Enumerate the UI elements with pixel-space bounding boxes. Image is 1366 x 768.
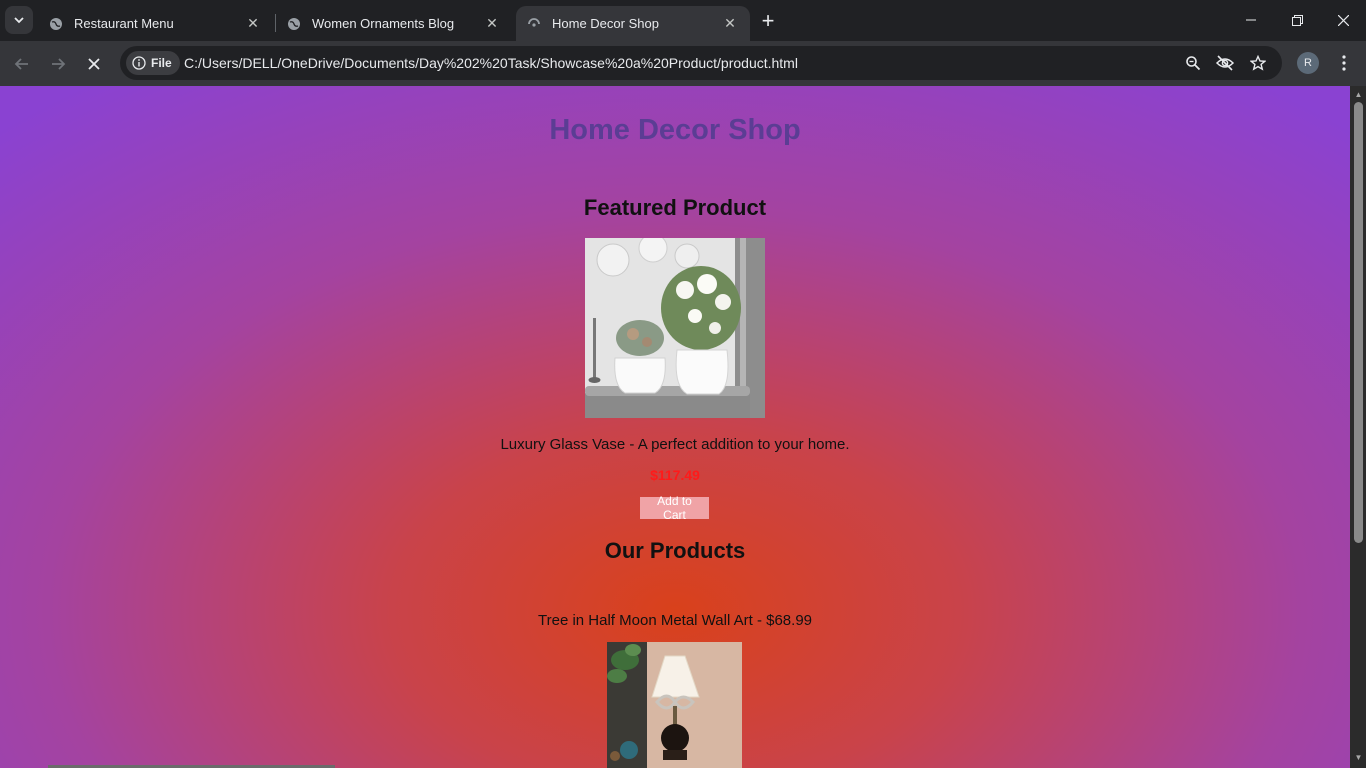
info-icon: [132, 56, 146, 70]
zoom-icon[interactable]: [1183, 53, 1203, 73]
tab-title: Home Decor Shop: [552, 16, 659, 31]
close-icon[interactable]: ✕: [720, 14, 740, 34]
featured-heading: Featured Product: [583, 195, 767, 220]
forward-button[interactable]: [44, 50, 72, 78]
arrow-right-icon: [52, 58, 66, 70]
product-image-lamp: [607, 642, 742, 768]
products-heading: Our Products: [604, 538, 746, 563]
star-icon[interactable]: [1248, 53, 1268, 73]
tab-home-decor-shop[interactable]: Home Decor Shop ✕: [516, 6, 750, 41]
arrow-left-icon: [14, 58, 28, 70]
url-text[interactable]: C:/Users/DELL/OneDrive/Documents/Day%202…: [184, 55, 798, 71]
restore-button[interactable]: [1274, 0, 1320, 40]
close-icon[interactable]: ✕: [482, 14, 502, 34]
stop-loading-button[interactable]: [80, 50, 108, 78]
globe-icon: [286, 16, 302, 32]
restore-icon: [1291, 14, 1303, 26]
minimize-icon: [1246, 19, 1256, 21]
scroll-up-icon[interactable]: ▲: [1354, 89, 1363, 99]
scrollbar-thumb[interactable]: [1354, 102, 1363, 543]
new-tab-button[interactable]: +: [756, 8, 780, 33]
scroll-down-icon[interactable]: ▼: [1354, 752, 1363, 762]
featured-product-image: [585, 238, 765, 418]
tab-women-ornaments-blog[interactable]: Women Ornaments Blog ✕: [276, 6, 512, 41]
product-item-label: Tree in Half Moon Metal Wall Art - $68.9…: [538, 612, 812, 629]
page-viewport: Home Decor Shop Featured Product Luxury …: [0, 86, 1350, 768]
browser-toolbar: File C:/Users/DELL/OneDrive/Documents/Da…: [0, 41, 1366, 86]
close-icon[interactable]: ✕: [243, 14, 263, 34]
featured-description: Luxury Glass Vase - A perfect addition t…: [500, 436, 850, 453]
tab-strip: Restaurant Menu ✕ Women Ornaments Blog ✕…: [0, 0, 1366, 41]
tab-title: Restaurant Menu: [74, 16, 174, 31]
close-icon: [88, 58, 100, 70]
loading-spinner-icon: [526, 16, 542, 32]
tab-title: Women Ornaments Blog: [312, 16, 455, 31]
featured-price: $117.49: [650, 467, 700, 483]
vertical-scrollbar[interactable]: ▲ ▼: [1350, 86, 1366, 768]
globe-icon: [48, 16, 64, 32]
tab-restaurant-menu[interactable]: Restaurant Menu ✕: [38, 6, 273, 41]
site-title: Home Decor Shop: [549, 114, 801, 146]
site-info-chip[interactable]: File: [126, 51, 180, 75]
eye-off-icon[interactable]: [1215, 53, 1235, 73]
minimize-button[interactable]: [1228, 0, 1274, 40]
close-icon: [1337, 14, 1349, 26]
add-to-cart-button[interactable]: Add to Cart: [640, 494, 709, 522]
close-window-button[interactable]: [1320, 0, 1366, 40]
tab-search-button[interactable]: [5, 6, 33, 34]
chevron-down-icon: [14, 17, 24, 24]
profile-avatar[interactable]: R: [1297, 52, 1319, 74]
menu-kebab-icon[interactable]: [1334, 51, 1354, 75]
address-bar[interactable]: File C:/Users/DELL/OneDrive/Documents/Da…: [120, 46, 1282, 80]
back-button[interactable]: [8, 50, 36, 78]
chip-label: File: [151, 56, 172, 70]
